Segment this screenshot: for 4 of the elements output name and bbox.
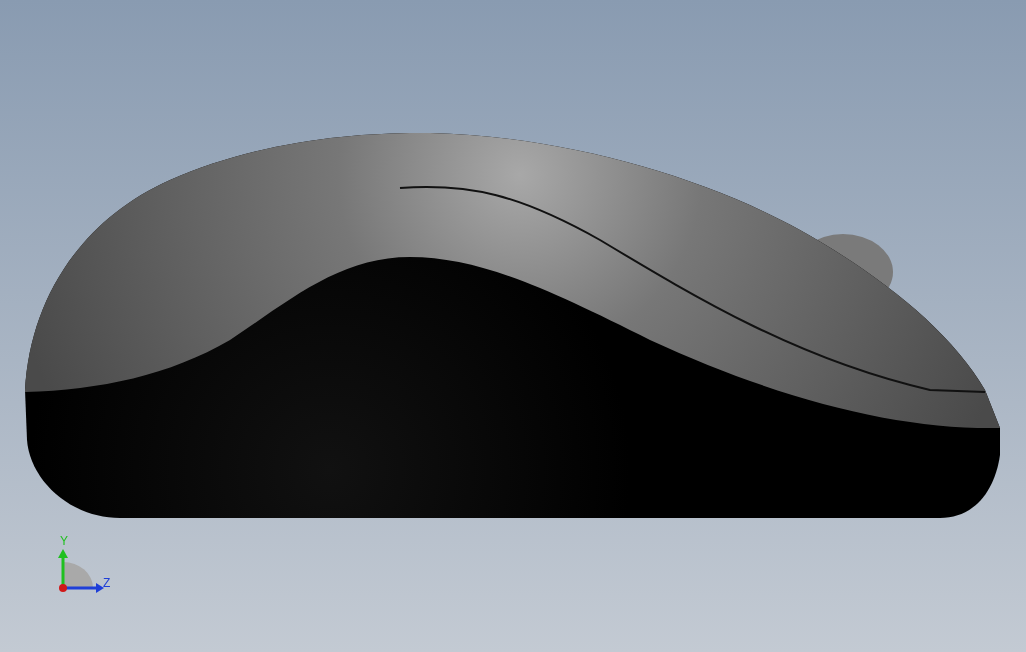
cad-viewport[interactable]: Y Z <box>0 0 1026 652</box>
axis-label: Y <box>60 534 68 548</box>
axis-triad-icon <box>58 549 104 593</box>
axis-label: Z <box>103 576 111 590</box>
